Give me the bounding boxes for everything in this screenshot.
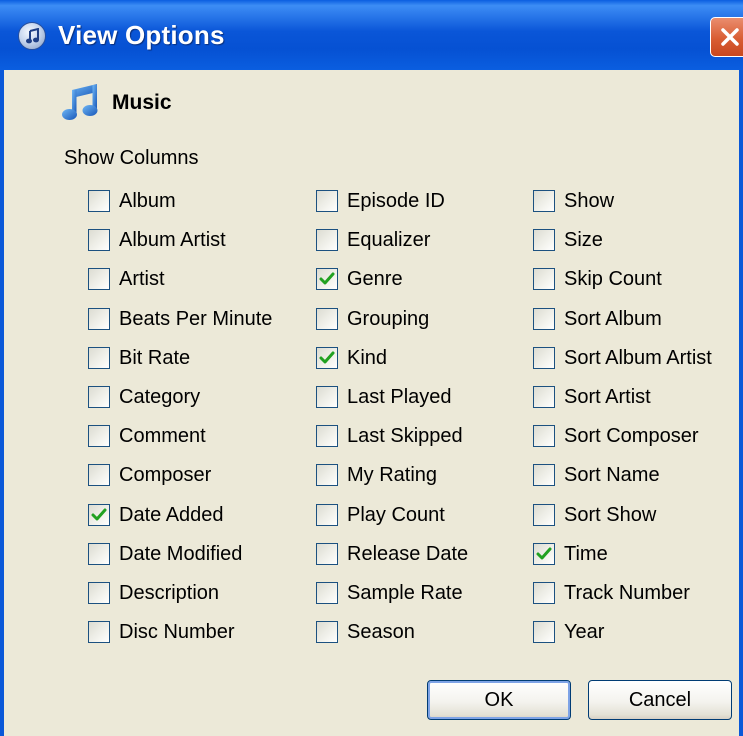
option-label: Category bbox=[119, 386, 201, 408]
itunes-app-icon[interactable] bbox=[18, 22, 46, 50]
library-title: Music bbox=[112, 91, 172, 114]
checkbox-time[interactable] bbox=[533, 542, 555, 565]
option-label: Last Played bbox=[347, 386, 452, 408]
option-label: Sort Name bbox=[564, 464, 660, 487]
close-icon bbox=[721, 28, 739, 46]
option-label: Episode ID bbox=[347, 190, 445, 212]
option-label: Time bbox=[564, 542, 608, 565]
checkbox-sort-album-artist[interactable] bbox=[533, 346, 555, 369]
view-options-dialog: View Options Music Show Columns Album Alb… bbox=[0, 0, 743, 736]
checkbox-composer[interactable] bbox=[88, 464, 110, 487]
checkmark-icon bbox=[319, 272, 335, 285]
checkbox-beats-per-minute[interactable] bbox=[88, 307, 110, 330]
ok-button[interactable]: OK bbox=[427, 680, 571, 720]
option-label: Sort Artist bbox=[564, 386, 651, 408]
checkbox-genre[interactable] bbox=[316, 268, 338, 291]
option-label: Size bbox=[564, 229, 603, 252]
checkbox-sort-show[interactable] bbox=[533, 503, 555, 526]
option-label: Kind bbox=[347, 346, 388, 369]
window-title: View Options bbox=[58, 20, 225, 50]
option-label: Artist bbox=[119, 268, 165, 291]
checkbox-year[interactable] bbox=[533, 621, 555, 644]
checkmark-icon bbox=[319, 351, 335, 364]
title-bar[interactable]: View Options bbox=[0, 0, 743, 70]
checkmark-icon bbox=[536, 547, 552, 560]
option-label: Release Date bbox=[347, 542, 469, 565]
option-label: Season bbox=[347, 621, 415, 644]
option-label: Album bbox=[119, 190, 176, 212]
option-label: Sample Rate bbox=[347, 582, 463, 604]
show-columns-label: Show Columns bbox=[64, 147, 199, 169]
checkbox-date-added[interactable] bbox=[88, 503, 110, 526]
option-label: Comment bbox=[119, 425, 206, 448]
checkbox-last-skipped[interactable] bbox=[316, 425, 338, 448]
checkbox-disc-number[interactable] bbox=[88, 621, 110, 644]
checkbox-sort-artist[interactable] bbox=[533, 386, 555, 408]
music-note-icon bbox=[62, 84, 98, 120]
checkmark-icon bbox=[91, 508, 107, 521]
checkbox-sort-album[interactable] bbox=[533, 307, 555, 330]
cancel-button[interactable]: Cancel bbox=[588, 680, 732, 720]
option-label: Sort Album Artist bbox=[564, 346, 712, 369]
option-label: Beats Per Minute bbox=[119, 307, 273, 330]
option-label: Album Artist bbox=[119, 229, 226, 252]
option-label: Sort Album bbox=[564, 307, 662, 330]
checkbox-description[interactable] bbox=[88, 582, 110, 604]
checkbox-comment[interactable] bbox=[88, 425, 110, 448]
checkbox-skip-count[interactable] bbox=[533, 268, 555, 291]
option-label: Genre bbox=[347, 268, 403, 291]
checkbox-kind[interactable] bbox=[316, 346, 338, 369]
option-label: Composer bbox=[119, 464, 212, 487]
option-label: Equalizer bbox=[347, 229, 431, 252]
checkbox-bit-rate[interactable] bbox=[88, 346, 110, 369]
option-label: Skip Count bbox=[564, 268, 662, 291]
checkbox-season[interactable] bbox=[316, 621, 338, 644]
window-frame-left bbox=[0, 70, 4, 736]
option-label: Year bbox=[564, 621, 605, 644]
checkbox-play-count[interactable] bbox=[316, 503, 338, 526]
checkbox-release-date[interactable] bbox=[316, 542, 338, 565]
option-label: Play Count bbox=[347, 503, 445, 526]
option-label: Date Modified bbox=[119, 542, 243, 565]
checkbox-equalizer[interactable] bbox=[316, 229, 338, 252]
checkbox-category[interactable] bbox=[88, 386, 110, 408]
checkbox-last-played[interactable] bbox=[316, 386, 338, 408]
checkbox-date-modified[interactable] bbox=[88, 542, 110, 565]
option-label: Sort Composer bbox=[564, 425, 699, 448]
checkbox-sort-composer[interactable] bbox=[533, 425, 555, 448]
checkbox-size[interactable] bbox=[533, 229, 555, 252]
checkbox-show[interactable] bbox=[533, 190, 555, 212]
checkbox-grouping[interactable] bbox=[316, 307, 338, 330]
checkbox-track-number[interactable] bbox=[533, 582, 555, 604]
close-button[interactable] bbox=[710, 17, 743, 57]
option-label: Sort Show bbox=[564, 503, 657, 526]
checkbox-episode-id[interactable] bbox=[316, 190, 338, 212]
option-label: Track Number bbox=[564, 582, 690, 604]
window-frame-right bbox=[739, 70, 743, 736]
option-label: Grouping bbox=[347, 307, 430, 330]
option-label: Last Skipped bbox=[347, 425, 463, 448]
option-label: Bit Rate bbox=[119, 346, 191, 369]
checkbox-artist[interactable] bbox=[88, 268, 110, 291]
option-label: My Rating bbox=[347, 464, 438, 487]
checkbox-sample-rate[interactable] bbox=[316, 582, 338, 604]
checkbox-my-rating[interactable] bbox=[316, 464, 338, 487]
option-label: Date Added bbox=[119, 503, 224, 526]
option-label: Show bbox=[564, 190, 615, 212]
checkbox-sort-name[interactable] bbox=[533, 464, 555, 487]
option-label: Description bbox=[119, 582, 220, 604]
checkbox-album[interactable] bbox=[88, 190, 110, 212]
checkbox-album-artist[interactable] bbox=[88, 229, 110, 252]
option-label: Disc Number bbox=[119, 621, 235, 644]
